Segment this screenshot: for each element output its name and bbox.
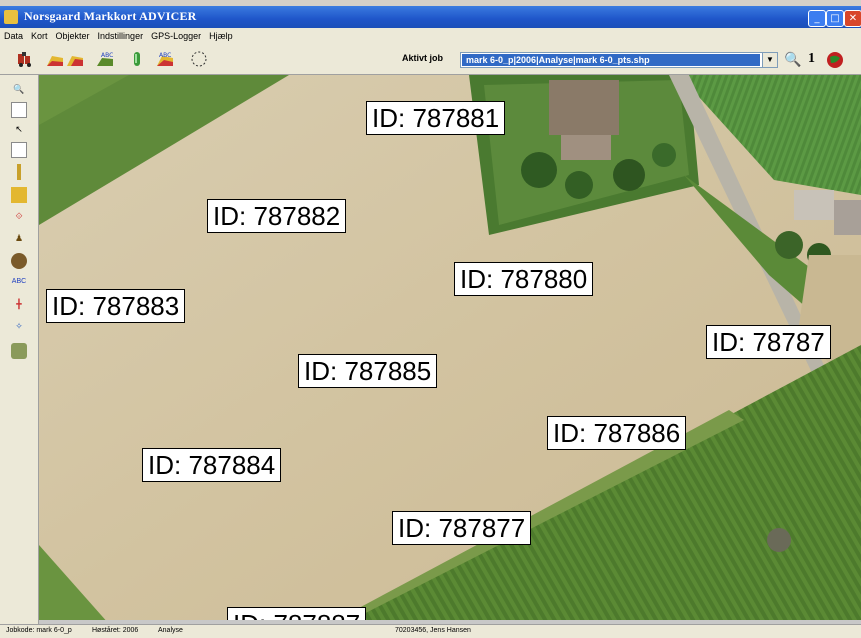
status-bar: Jobkode: mark 6-0_p Høståret: 2006 Analy… (0, 624, 861, 638)
menu-data[interactable]: Data (0, 28, 27, 41)
field-tool-icon[interactable] (11, 187, 27, 203)
zoom-icon[interactable]: 🔍 (11, 82, 27, 98)
status-user: 70203456, Jens Hansen (395, 627, 471, 634)
minimize-button[interactable]: _ (808, 10, 826, 27)
selection-icon[interactable] (190, 50, 208, 68)
abc-field-icon[interactable]: ABC (96, 50, 114, 68)
pointer-icon[interactable]: ↖ (11, 122, 27, 138)
parcel-label-787886[interactable]: ID: 787886 (547, 416, 687, 450)
field-icon[interactable] (46, 50, 64, 68)
menu-gps-logger[interactable]: GPS-Logger (147, 28, 205, 41)
menu-bar: Data Kort Objekter Indstillinger GPS-Logger H… (0, 28, 861, 44)
menu-hjaelp[interactable]: Hjælp (205, 28, 237, 41)
parcel-label-78787[interactable]: ID: 78787 (706, 325, 831, 359)
layer-icon[interactable] (11, 343, 27, 359)
fields-icon-2[interactable] (66, 50, 84, 68)
chevron-down-icon[interactable]: ▼ (762, 53, 777, 67)
search-icon[interactable]: 🔍 (784, 51, 801, 68)
svg-text:ABC: ABC (159, 52, 171, 59)
status-hoest: Høståret: 2006 (92, 627, 139, 634)
status-jobkode: Jobkode: mark 6-0_p (6, 627, 72, 634)
pin-icon[interactable]: ╋ (11, 297, 27, 313)
info-button[interactable]: 1 (808, 51, 815, 67)
parcel-label-787882[interactable]: ID: 787882 (207, 199, 347, 233)
pencil-icon[interactable] (17, 164, 21, 180)
dirt-icon[interactable] (11, 253, 27, 269)
map-view[interactable]: ID: 787881 ID: 787882 ID: 787880 ID: 787… (39, 75, 861, 624)
parcel-label-787885[interactable]: ID: 787885 (298, 354, 438, 388)
tractor-icon[interactable] (16, 50, 34, 68)
active-job-label: Aktivt job (402, 53, 444, 63)
parcel-label-787877[interactable]: ID: 787877 (392, 511, 532, 545)
title-bar: Norsgaard Markkort ADVICER _ □ ✕ (0, 6, 861, 28)
person-icon[interactable]: ♟ (11, 231, 27, 247)
page-icon[interactable] (11, 102, 27, 118)
active-job-value: mark 6-0_p|2006|Analyse|mark 6-0_pts.shp (462, 54, 760, 66)
fields-icon[interactable]: ABC (156, 50, 174, 68)
abc-label-icon[interactable]: ABC (11, 275, 27, 291)
svg-text:ABC: ABC (101, 52, 113, 59)
bottle-icon[interactable] (128, 50, 146, 68)
parcel-label-787883[interactable]: ID: 787883 (46, 289, 186, 323)
active-job-select[interactable]: mark 6-0_p|2006|Analyse|mark 6-0_pts.shp… (460, 52, 778, 68)
parcel-label-787884[interactable]: ID: 787884 (142, 448, 282, 482)
window-title: Norsgaard Markkort ADVICER (24, 9, 197, 23)
parcel-label-787880[interactable]: ID: 787880 (454, 262, 594, 296)
globe-icon[interactable] (826, 51, 844, 69)
maximize-button[interactable]: □ (826, 10, 844, 27)
menu-indstillinger[interactable]: Indstillinger (94, 28, 148, 41)
app-icon (4, 10, 18, 24)
wand-icon[interactable]: ✧ (11, 319, 27, 335)
close-button[interactable]: ✕ (844, 10, 861, 27)
menu-kort[interactable]: Kort (27, 28, 52, 41)
tool-sidebar: 🔍 ↖ ⟐ ♟ ABC ╋ ✧ (0, 75, 39, 624)
toolbar: ABC ABC Aktivt job mark 6-0_p|2006|Analy… (0, 44, 861, 75)
select-area-icon[interactable] (11, 142, 27, 158)
status-analyse: Analyse (158, 627, 183, 634)
parcel-label-787881[interactable]: ID: 787881 (366, 101, 506, 135)
measure-icon[interactable]: ⟐ (11, 209, 27, 225)
menu-objekter[interactable]: Objekter (52, 28, 94, 41)
